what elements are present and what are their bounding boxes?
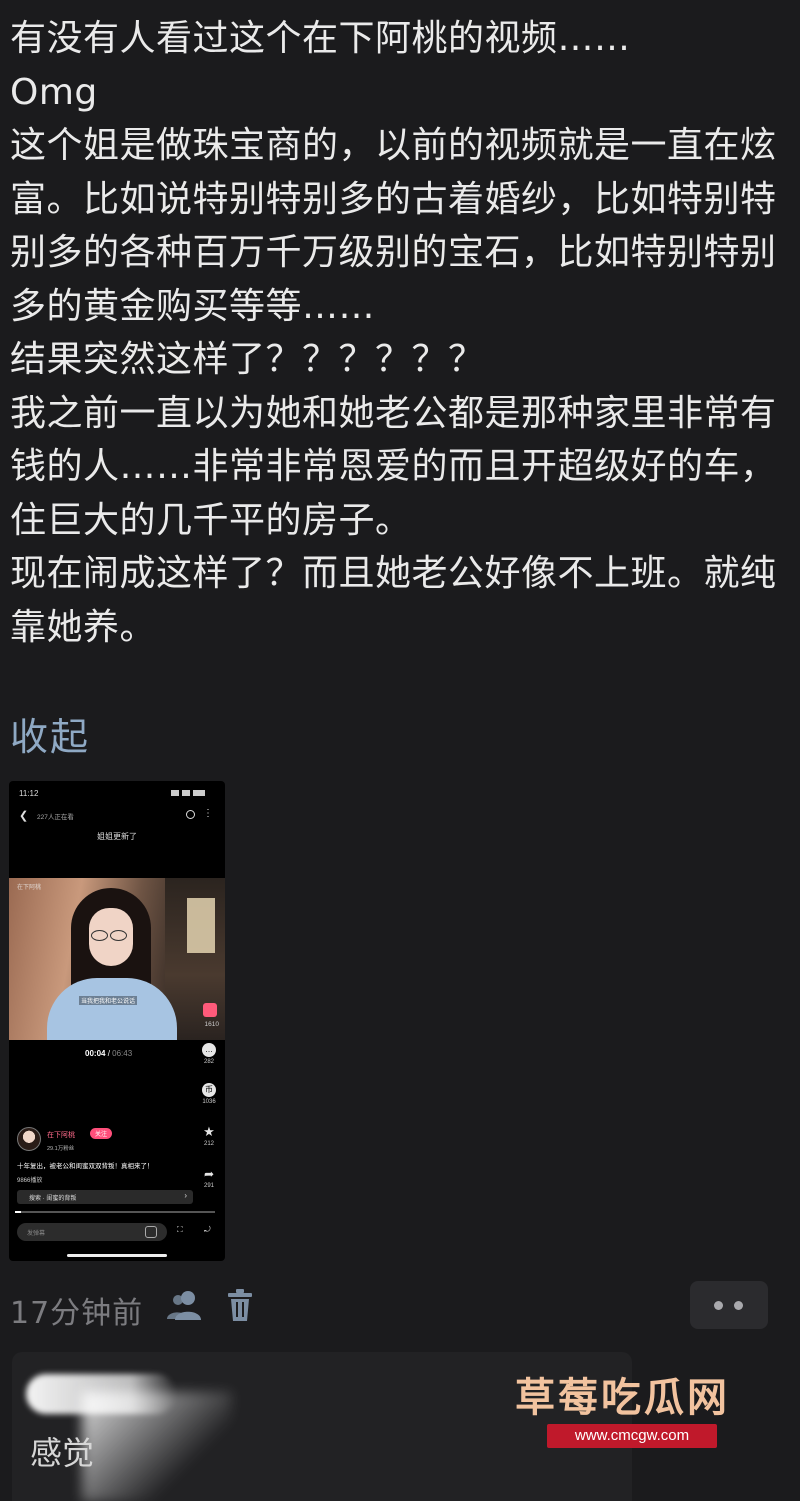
comment-button: … 282: [201, 1043, 217, 1065]
reply-text: 感觉: [30, 1434, 95, 1472]
share-icon: ➦: [203, 1167, 215, 1181]
back-arrow-icon: ❮: [19, 810, 29, 822]
star-icon: ★: [203, 1124, 215, 1139]
comment-count: 282: [203, 1059, 214, 1065]
coin-icon: 币: [202, 1083, 216, 1097]
video-person-shirt: [47, 978, 177, 1040]
danmaku-placeholder: 发弹幕: [27, 1231, 46, 1237]
author-avatar: [17, 1127, 41, 1151]
play-duration: 06:43: [112, 1049, 133, 1058]
thumb-status-time: 11:12: [19, 789, 39, 798]
share-count: 291: [203, 1183, 214, 1189]
play-time: 00:04 / 06:43: [85, 1049, 133, 1058]
search-icon: [186, 810, 195, 819]
video-progress-bar: [15, 1211, 215, 1213]
dot-icon: [734, 1301, 743, 1310]
favorite-button: ★ 212: [201, 1124, 217, 1148]
video-subtitle: 当我把我和老公说话: [79, 996, 138, 1005]
thumb-topbar: ❮ 227人正在看 ⋮: [9, 809, 225, 825]
video-progress-fill: [15, 1211, 21, 1213]
post-timestamp: 17分钟前: [10, 1296, 144, 1331]
site-watermark-logo: 草莓吃瓜网: [515, 1375, 730, 1421]
thumb-search-query: 搜索 · 闺蜜的背叛: [29, 1196, 77, 1202]
share-button: ➦ 291: [201, 1167, 217, 1189]
post-detail-page: 有没有人看过这个在下阿桃的视频…… Omg 这个姐是做珠宝商的，以前的视频就是一…: [0, 0, 800, 1501]
post-body-text: 有没有人看过这个在下阿桃的视频…… Omg 这个姐是做珠宝商的，以前的视频就是一…: [10, 18, 777, 648]
status-icons: [171, 790, 213, 796]
chevron-right-icon: ›: [184, 1191, 187, 1200]
danmaku-input: 发弹幕: [17, 1223, 167, 1241]
rotate-icon: ⤾: [204, 1225, 211, 1234]
like-count: 1610: [204, 1021, 219, 1028]
visibility-people-icon[interactable]: [165, 1289, 205, 1321]
comment-icon: …: [202, 1043, 216, 1057]
favorite-count: 212: [203, 1141, 214, 1147]
thumb-chat-title: 姐姐更新了: [97, 832, 137, 841]
site-watermark-url: www.cmcgw.com: [547, 1424, 717, 1448]
thumb-search-bar: 搜索 · 闺蜜的背叛 ›: [17, 1190, 193, 1204]
attached-image[interactable]: 11:12 ❮ 227人正在看 ⋮ 姐姐更新了 在下阿桃 当我把我和老公说话 1…: [9, 781, 225, 1261]
author-fans: 29.1万粉丝: [47, 1146, 75, 1152]
dot-icon: [714, 1301, 723, 1310]
glasses-icon: [91, 928, 131, 941]
video-description: 十年复出，被老公和闺蜜双双背叛！真相来了！: [17, 1163, 154, 1170]
video-window: [187, 898, 215, 953]
trash-icon[interactable]: [226, 1288, 254, 1322]
coin-button: 币 1036: [201, 1083, 217, 1105]
play-count: 9866播放: [17, 1178, 43, 1184]
home-indicator: [67, 1254, 167, 1257]
like-icon: [203, 1003, 217, 1017]
video-frame: 在下阿桃 当我把我和老公说话: [9, 878, 225, 1040]
collapse-link[interactable]: 收起: [10, 706, 90, 761]
coin-count: 1036: [202, 1099, 216, 1105]
emoji-icon: [145, 1226, 157, 1238]
fullscreen-icon: ⛶: [177, 1225, 183, 1234]
redaction-overlay: [82, 1392, 232, 1501]
follow-badge: 关注: [90, 1128, 113, 1139]
video-watermark: 在下阿桃: [17, 885, 42, 891]
more-vertical-icon: ⋮: [203, 808, 213, 819]
author-name: 在下阿桃: [47, 1132, 75, 1139]
thumb-viewers: 227人正在看: [37, 814, 74, 821]
more-options-button[interactable]: [690, 1281, 768, 1329]
play-current: 00:04: [85, 1049, 106, 1058]
